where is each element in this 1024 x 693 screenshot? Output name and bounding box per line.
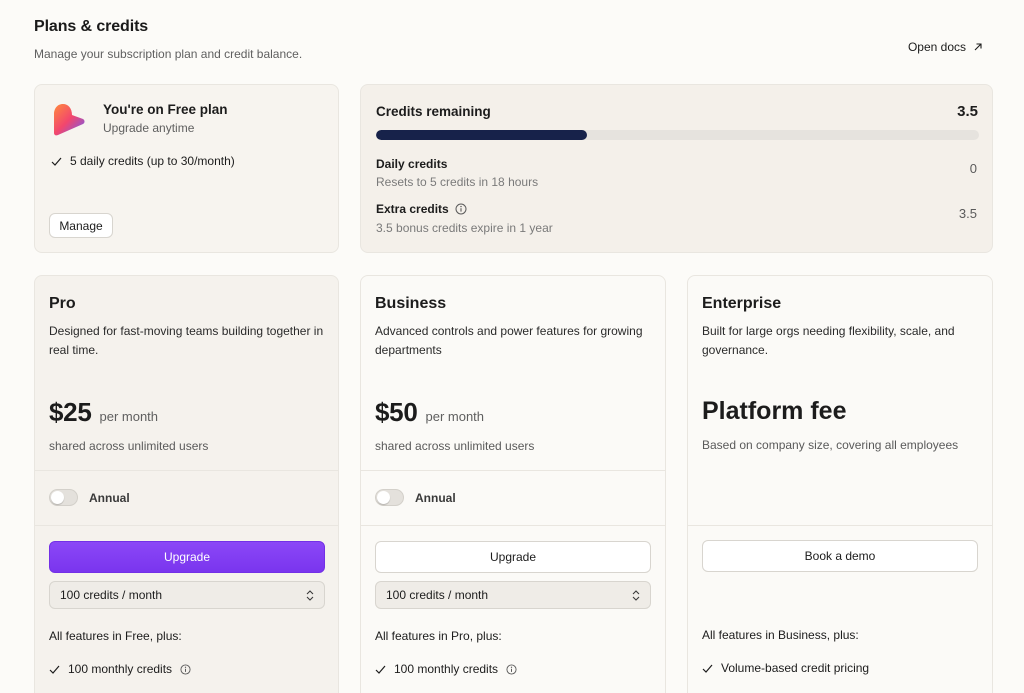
price-unit: per month <box>99 409 159 424</box>
divider <box>35 470 338 471</box>
plan-card-business: Business Advanced controls and power fea… <box>360 275 666 693</box>
upgrade-button-business[interactable]: Upgrade <box>375 541 651 573</box>
plan-price: $25 <box>49 397 92 427</box>
page-header: Plans & credits Manage your subscription… <box>34 18 302 61</box>
features-heading: All features in Free, plus: <box>49 629 182 643</box>
chevron-up-down-icon <box>306 589 314 601</box>
arrow-up-right-icon <box>974 43 982 51</box>
plan-price: Platform fee <box>702 397 847 425</box>
daily-credits-label: Daily credits <box>376 157 447 171</box>
upgrade-button-pro[interactable]: Upgrade <box>49 541 325 573</box>
free-plan-feature-text: 5 daily credits (up to 30/month) <box>70 154 235 168</box>
features-heading: All features in Business, plus: <box>702 628 859 642</box>
feature-text: 100 monthly credits <box>68 662 173 676</box>
plan-name: Enterprise <box>702 295 782 312</box>
divider <box>361 525 665 526</box>
credits-total: 3.5 <box>957 103 978 120</box>
check-icon <box>49 665 60 674</box>
credits-progress-bar <box>376 130 979 140</box>
divider <box>688 525 992 526</box>
plan-card-enterprise: Enterprise Built for large orgs needing … <box>687 275 993 693</box>
annual-toggle[interactable] <box>375 489 404 506</box>
credits-title: Credits remaining <box>376 104 491 119</box>
annual-toggle[interactable] <box>49 489 78 506</box>
credits-progress-fill <box>376 130 588 140</box>
feature-text: 100 monthly credits <box>394 662 499 676</box>
current-plan-title: You're on Free plan <box>103 102 228 117</box>
feature-text: Volume-based credit pricing <box>721 661 870 675</box>
extra-credits-subtext: 3.5 bonus credits expire in 1 year <box>376 221 553 235</box>
credits-select-business[interactable]: 100 credits / month <box>375 581 651 609</box>
credits-select-pro[interactable]: 100 credits / month <box>49 581 325 609</box>
check-icon <box>375 665 386 674</box>
plan-description: Advanced controls and power features for… <box>375 324 643 357</box>
credits-select-value: 100 credits / month <box>60 588 163 602</box>
chevron-up-down-icon <box>632 589 640 601</box>
price-subtext: shared across unlimited users <box>375 439 535 453</box>
check-icon <box>51 157 62 166</box>
info-icon[interactable] <box>180 663 191 675</box>
feature-item: Volume-based credit pricing <box>702 661 869 675</box>
plan-price: $50 <box>375 397 418 427</box>
features-heading: All features in Pro, plus: <box>375 629 502 643</box>
credits-select-value: 100 credits / month <box>386 588 489 602</box>
price-row: $50 per month <box>375 397 484 428</box>
divider <box>35 525 338 526</box>
info-icon[interactable] <box>506 663 517 675</box>
plan-description: Built for large orgs needing flexibility… <box>702 324 955 357</box>
book-demo-button[interactable]: Book a demo <box>702 540 978 572</box>
check-icon <box>702 664 713 673</box>
daily-credits-label-text: Daily credits <box>376 157 448 171</box>
page-subtitle: Manage your subscription plan and credit… <box>34 47 303 61</box>
plan-description: Designed for fast-moving teams building … <box>49 324 324 357</box>
app-logo-icon <box>54 104 85 136</box>
daily-credits-value: 0 <box>969 161 977 176</box>
feature-item: 100 monthly credits <box>49 662 191 676</box>
feature-item: 100 monthly credits <box>375 662 517 676</box>
price-unit: per month <box>425 409 485 424</box>
open-docs-link[interactable]: Open docs <box>908 40 983 54</box>
extra-credits-value: 3.5 <box>958 206 977 221</box>
current-plan-subtitle: Upgrade anytime <box>103 121 195 135</box>
annual-toggle-row: Annual <box>49 489 130 506</box>
free-plan-feature: 5 daily credits (up to 30/month) <box>51 154 235 168</box>
page-title: Plans & credits <box>34 18 149 35</box>
plan-name: Pro <box>49 295 76 312</box>
divider <box>361 470 665 471</box>
info-icon[interactable] <box>455 203 467 215</box>
extra-credits-label: Extra credits <box>376 202 467 216</box>
plan-name: Business <box>375 295 447 312</box>
annual-toggle-row: Annual <box>375 489 456 506</box>
current-plan-card: You're on Free plan Upgrade anytime 5 da… <box>34 84 339 253</box>
open-docs-label: Open docs <box>907 40 966 54</box>
manage-button[interactable]: Manage <box>49 213 113 238</box>
plan-card-pro: Pro Designed for fast-moving teams build… <box>34 275 339 693</box>
extra-credits-label-text: Extra credits <box>376 202 449 216</box>
annual-toggle-label: Annual <box>89 490 130 505</box>
credits-card: Credits remaining 3.5 Daily credits Rese… <box>360 84 993 253</box>
price-subtext: Based on company size, covering all empl… <box>702 438 959 452</box>
annual-toggle-label: Annual <box>415 490 456 505</box>
daily-credits-subtext: Resets to 5 credits in 18 hours <box>376 175 539 189</box>
price-row: $25 per month <box>49 397 158 428</box>
price-subtext: shared across unlimited users <box>49 439 209 453</box>
